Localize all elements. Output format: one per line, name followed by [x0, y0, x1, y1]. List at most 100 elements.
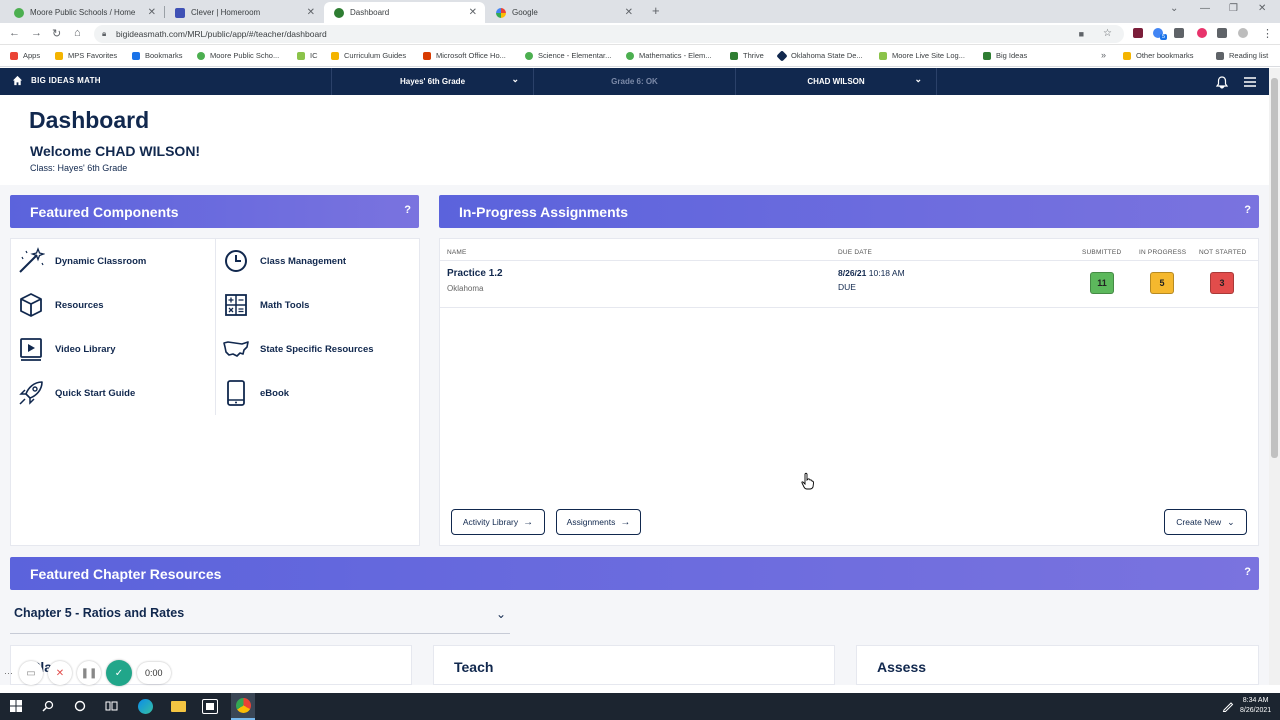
ebook-link[interactable]: eBook	[216, 371, 420, 415]
puzzle-icon[interactable]	[1217, 28, 1227, 38]
home-icon[interactable]: ⌂	[74, 27, 81, 39]
browser-tab-active[interactable]: Dashboard ✕	[324, 2, 485, 23]
resources-link[interactable]: Resources	[11, 283, 215, 327]
assess-card[interactable]: Assess	[856, 645, 1259, 685]
activity-library-button[interactable]: Activity Library →	[451, 509, 545, 535]
chapter-resources-header: Featured Chapter Resources ?	[10, 557, 1259, 590]
back-icon[interactable]: ←	[9, 27, 20, 39]
url-input[interactable]: 🔒︎ bigideasmath.com/MRL/public/app/#/tea…	[94, 25, 1124, 43]
scroll-thumb[interactable]	[1271, 78, 1278, 458]
minimize-icon[interactable]: —	[1200, 3, 1210, 14]
lock-icon: 🔒︎	[102, 29, 107, 38]
task-view-icon[interactable]	[105, 700, 118, 712]
extension-icon[interactable]	[1174, 28, 1184, 38]
help-icon[interactable]: ?	[404, 204, 411, 216]
forward-icon[interactable]: →	[31, 27, 42, 39]
camera-toggle-icon[interactable]: ▭	[19, 661, 43, 685]
profile-avatar[interactable]	[1238, 28, 1248, 38]
bookmark-item[interactable]: Moore Public Scho...	[197, 51, 279, 60]
more-icon[interactable]: ···	[4, 668, 13, 678]
in-progress-count-badge[interactable]: 5	[1150, 272, 1174, 294]
edge-icon[interactable]	[137, 698, 153, 714]
store-icon[interactable]	[202, 698, 218, 714]
bookmark-reading-list[interactable]: Reading list	[1216, 51, 1268, 60]
cortana-icon[interactable]	[74, 700, 86, 712]
close-icon[interactable]: ✕	[625, 7, 633, 18]
bookmark-other[interactable]: Other bookmarks	[1123, 51, 1194, 60]
extension-icon[interactable]	[1197, 28, 1207, 38]
dynamic-classroom-link[interactable]: Dynamic Classroom	[11, 239, 215, 283]
video-library-link[interactable]: Video Library	[11, 327, 215, 371]
bookmark-item[interactable]: Mathematics - Elem...	[626, 51, 712, 60]
reload-icon[interactable]: ↻	[52, 27, 61, 40]
create-new-button[interactable]: Create New ⌄	[1164, 509, 1247, 535]
bookmark-item[interactable]: Bookmarks	[132, 51, 183, 60]
browser-tab[interactable]: Clever | Homeroom ✕	[165, 2, 323, 23]
user-menu[interactable]: CHAD WILSON ⌄	[735, 68, 937, 95]
file-explorer-icon[interactable]	[170, 698, 186, 714]
submitted-count-badge[interactable]: 11	[1090, 272, 1114, 294]
browser-tab[interactable]: Moore Public Schools / Home ✕	[4, 2, 164, 23]
reading-list-icon	[1216, 51, 1224, 60]
system-clock[interactable]: 8:34 AM 8/26/2021	[1240, 696, 1271, 716]
bookmark-label: Moore Public Scho...	[210, 51, 280, 60]
cancel-recording-icon[interactable]: ✕	[48, 661, 72, 685]
bookmark-apps[interactable]: Apps	[10, 51, 40, 60]
school-icon	[626, 51, 634, 60]
close-icon[interactable]: ✕	[148, 7, 156, 18]
math-tools-link[interactable]: Math Tools	[216, 283, 420, 327]
camera-icon[interactable]: ■	[1079, 25, 1084, 43]
more-bookmarks-icon[interactable]: »	[1101, 50, 1106, 60]
teach-card[interactable]: Teach	[433, 645, 835, 685]
bookmark-item[interactable]: Microsoft Office Ho...	[423, 51, 506, 60]
page-title: Dashboard	[29, 107, 150, 133]
quick-start-guide-link[interactable]: Quick Start Guide	[11, 371, 215, 415]
class-management-link[interactable]: Class Management	[216, 239, 420, 283]
class-select[interactable]: Hayes' 6th Grade ⌄	[331, 68, 533, 95]
bell-icon[interactable]	[1216, 76, 1228, 89]
help-icon[interactable]: ?	[1244, 204, 1251, 216]
close-icon[interactable]: ✕	[469, 7, 477, 18]
close-icon[interactable]: ✕	[307, 7, 315, 18]
bookmark-item[interactable]: IC	[297, 51, 318, 60]
page-scrollbar[interactable]	[1269, 68, 1280, 685]
bookmark-item[interactable]: Oklahoma State De...	[776, 49, 863, 62]
menu-dots-icon[interactable]: ⋮	[1262, 27, 1273, 40]
bookmark-item[interactable]: Science - Elementar...	[525, 51, 611, 60]
bookmark-item[interactable]: Moore Live Site Log...	[879, 51, 965, 60]
chapter-select[interactable]: Chapter 5 - Ratios and Rates ⌄	[10, 597, 510, 634]
bookmark-item[interactable]: MPS Favorites	[55, 51, 117, 60]
star-icon[interactable]: ☆	[1103, 25, 1112, 43]
finish-recording-icon[interactable]: ✓	[106, 660, 132, 686]
bookmark-item[interactable]: Big Ideas	[983, 51, 1027, 60]
browser-tab[interactable]: Google ✕	[486, 2, 641, 23]
assignments-button[interactable]: Assignments →	[556, 509, 641, 535]
help-icon[interactable]: ?	[1244, 566, 1251, 578]
component-label: Dynamic Classroom	[55, 255, 147, 267]
new-tab-icon[interactable]: +	[652, 3, 660, 18]
bookmark-label: Oklahoma State De...	[791, 51, 863, 60]
window-close-icon[interactable]: ✕	[1258, 3, 1266, 14]
restore-icon[interactable]: ❐	[1229, 3, 1238, 14]
search-icon[interactable]	[42, 700, 54, 712]
not-started-count-badge[interactable]: 3	[1210, 272, 1234, 294]
state-specific-resources-link[interactable]: State Specific Resources	[216, 327, 420, 371]
logo[interactable]: BIG IDEAS MATH	[12, 75, 101, 86]
due-date: 8/26/21 10:18 AM	[838, 268, 905, 278]
extension-icon[interactable]	[1133, 28, 1143, 38]
pen-icon[interactable]	[1222, 700, 1234, 712]
tab-search-icon[interactable]: ⌄	[1170, 3, 1178, 14]
component-label: Resources	[55, 299, 104, 311]
hamburger-menu-icon[interactable]	[1244, 77, 1256, 87]
home-icon	[12, 75, 23, 86]
column-header-submitted: SUBMITTED	[1082, 249, 1122, 256]
card-title: Teach	[454, 659, 494, 675]
bookmark-item[interactable]: Curriculum Guides	[331, 51, 406, 60]
chrome-taskbar-icon[interactable]	[231, 693, 255, 720]
pause-icon[interactable]: ❚❚	[77, 661, 101, 685]
office-icon	[423, 51, 431, 60]
bookmark-item[interactable]: Thrive	[730, 51, 764, 60]
bookmark-label: Apps	[23, 51, 41, 60]
assignment-name[interactable]: Practice 1.2	[447, 268, 503, 279]
windows-start-icon[interactable]	[10, 700, 22, 712]
